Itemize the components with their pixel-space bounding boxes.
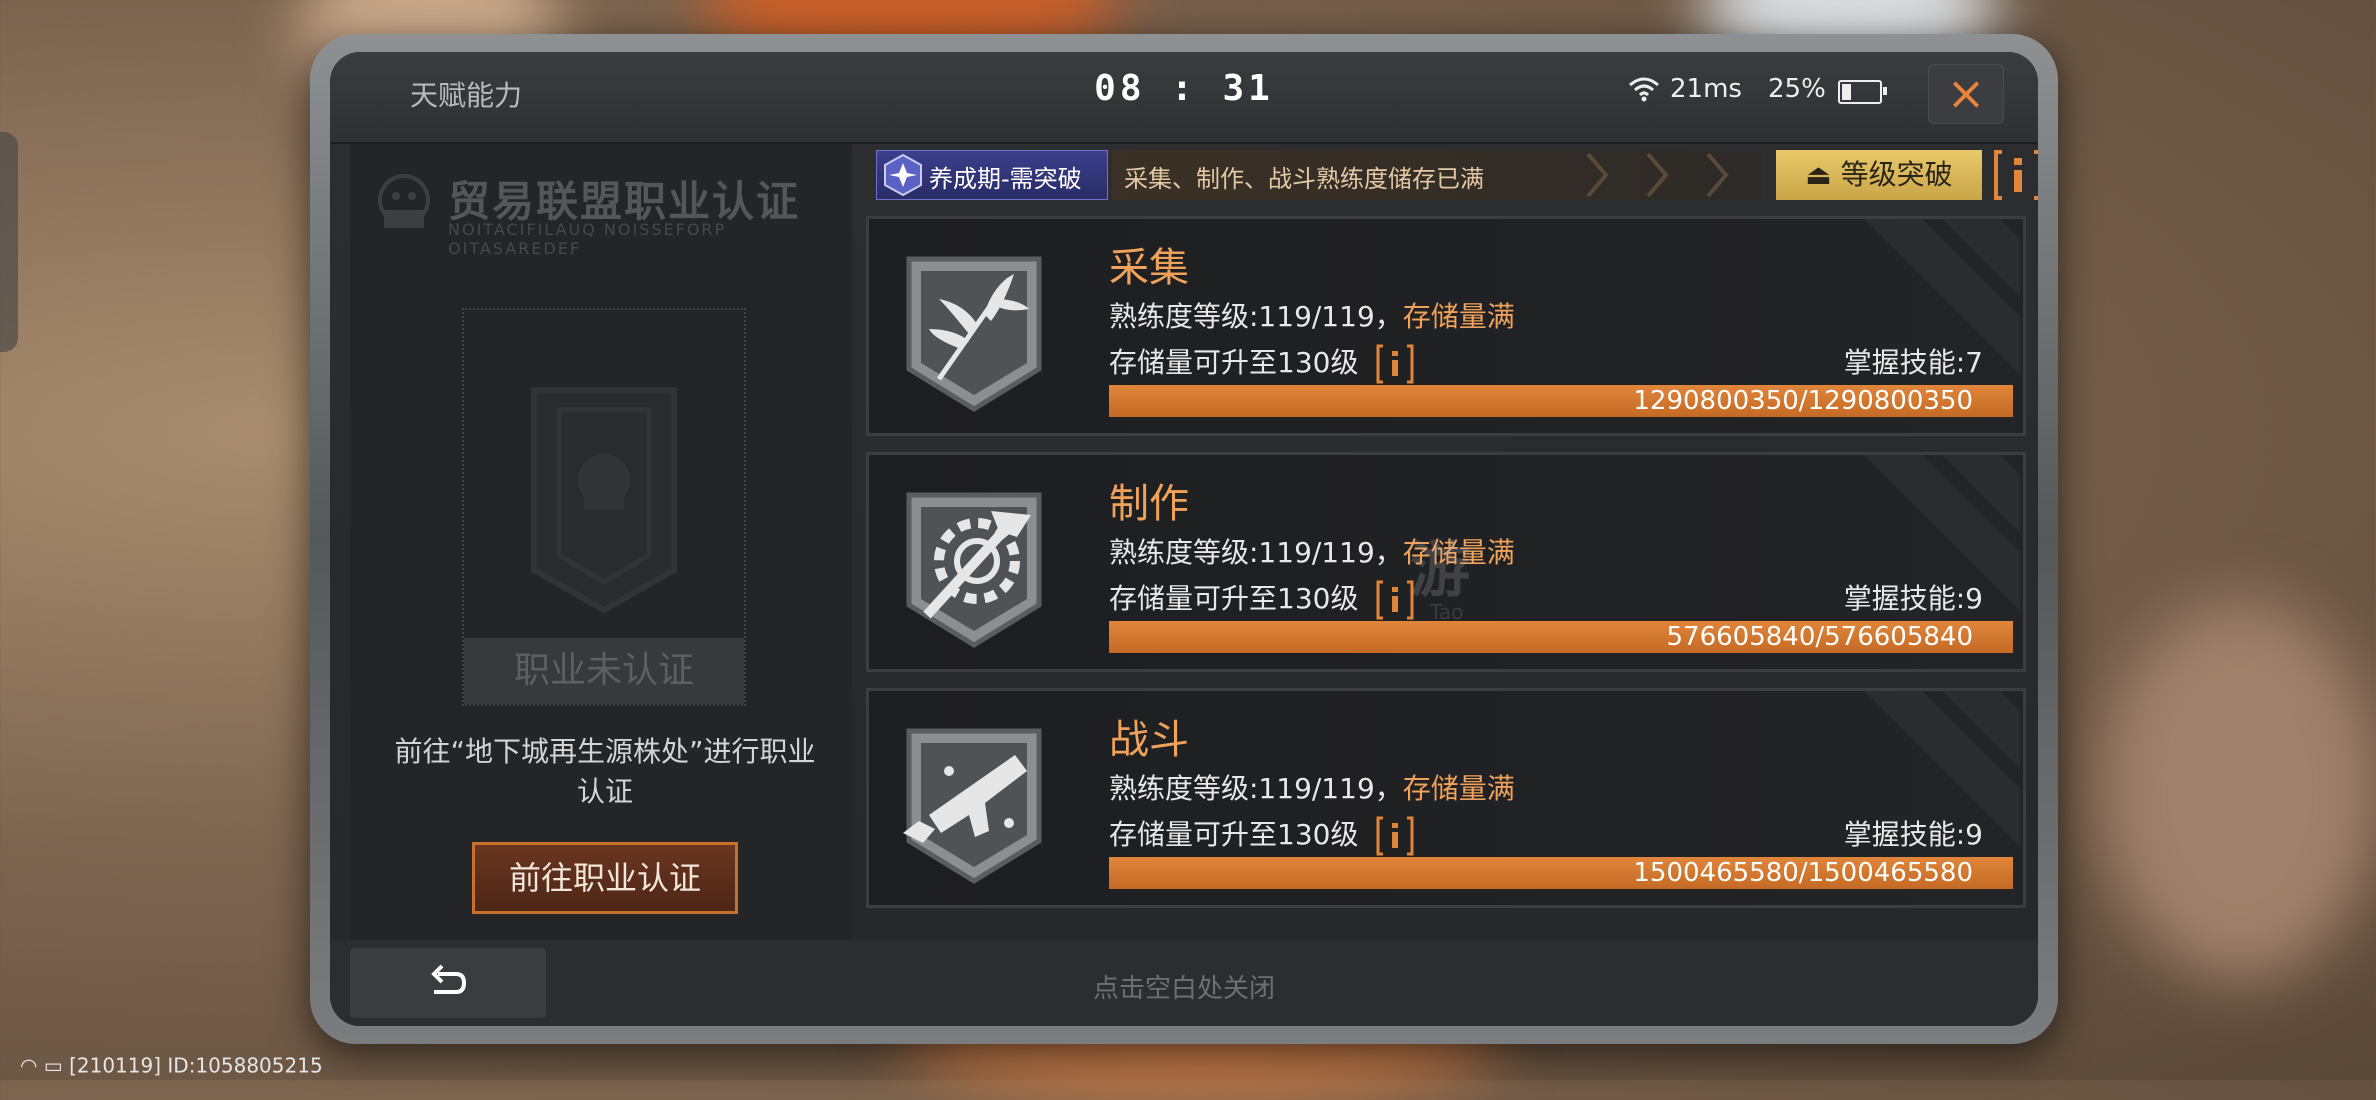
info-icon[interactable] bbox=[1375, 344, 1415, 384]
certification-badge-slot: 职业未认证 bbox=[462, 308, 746, 706]
bottom-bar[interactable]: 点击空白处关闭 bbox=[330, 940, 2038, 1026]
close-button[interactable]: × bbox=[1928, 64, 2004, 124]
status-bar: 天赋能力 08 : 31 21ms 25% × bbox=[330, 52, 2038, 144]
hammer-gear-icon bbox=[906, 492, 1042, 648]
leaf-icon bbox=[906, 256, 1042, 412]
storage-full-text: 存储量满 bbox=[1402, 772, 1515, 805]
battery-icon: ▭ bbox=[43, 1053, 63, 1078]
growth-stage-label: 养成期-需突破 bbox=[929, 165, 1082, 193]
skill-level: 熟练度等级:119/119，存储量满 bbox=[1109, 767, 1515, 807]
game-device-frame: 天赋能力 08 : 31 21ms 25% × 贸易联盟职业认证 NOITACI… bbox=[310, 34, 2058, 1044]
gun-icon bbox=[903, 728, 1042, 884]
skill-upgrade-hint: 存储量可升至130级 bbox=[1109, 577, 1415, 620]
mastered-skill-count: 掌握技能:7 bbox=[1843, 346, 1983, 379]
skill-card-gathering[interactable]: 采集 熟练度等级:119/119，存储量满 存储量可升至130级 掌握技能:7 … bbox=[866, 216, 2026, 436]
battery-icon bbox=[1838, 80, 1887, 104]
chevron-right-icon bbox=[1646, 152, 1669, 198]
skill-level-text: 熟练度等级:119/119， bbox=[1109, 536, 1403, 569]
skill-name: 制作 bbox=[1109, 481, 1189, 527]
proficiency-bar: 1290800350/1290800350 bbox=[1109, 385, 2013, 417]
ping-text: 21ms bbox=[1670, 74, 1742, 104]
go-certify-button[interactable]: 前往职业认证 bbox=[472, 842, 738, 914]
player-id: [210119] ID:1058805215 bbox=[69, 1053, 323, 1078]
storage-full-notice: 采集、制作、战斗熟练度储存已满 bbox=[1112, 150, 1762, 200]
breakthrough-header: 养成期-需突破 采集、制作、战斗熟练度储存已满 ⏏ 等级突破 bbox=[866, 144, 2038, 206]
battery-percent: 25% bbox=[1768, 74, 1826, 104]
skill-level-text: 熟练度等级:119/119， bbox=[1109, 300, 1403, 333]
trade-alliance-logo-icon bbox=[378, 174, 430, 228]
crystal-star-icon bbox=[884, 153, 922, 197]
skill-name: 采集 bbox=[1109, 245, 1189, 291]
mastered-skill-count: 掌握技能:9 bbox=[1843, 582, 1983, 615]
skill-level: 熟练度等级:119/119，存储量满 bbox=[1109, 295, 1515, 335]
mastered-skill-count: 掌握技能:9 bbox=[1843, 818, 1983, 851]
upgrade-text: 存储量可升至130级 bbox=[1109, 818, 1359, 851]
tap-blank-to-close: 点击空白处关闭 bbox=[1092, 974, 1275, 1004]
skill-upgrade-hint: 存储量可升至130级 bbox=[1109, 813, 1415, 856]
upgrade-text: 存储量可升至130级 bbox=[1109, 582, 1359, 615]
panel-subtitle: NOITACIFILAUQ NOISSEFORP OITASAREDEF bbox=[448, 220, 727, 258]
proficiency-value: 1290800350/1290800350 bbox=[1633, 386, 1973, 416]
talent-window: 天赋能力 08 : 31 21ms 25% × 贸易联盟职业认证 NOITACI… bbox=[330, 52, 2038, 1026]
level-breakthrough-label: 等级突破 bbox=[1840, 158, 1953, 191]
proficiency-value: 1500465580/1500465580 bbox=[1633, 858, 1973, 888]
eject-up-icon: ⏏ bbox=[1805, 158, 1832, 191]
level-breakthrough-button[interactable]: ⏏ 等级突破 bbox=[1776, 150, 1982, 200]
info-icon[interactable] bbox=[1375, 816, 1415, 856]
upgrade-text: 存储量可升至130级 bbox=[1109, 346, 1359, 379]
skill-upgrade-hint: 存储量可升至130级 bbox=[1109, 341, 1415, 384]
proficiency-value: 576605840/576605840 bbox=[1666, 622, 1973, 652]
profession-banner-icon bbox=[531, 387, 677, 614]
background-blur bbox=[2100, 600, 2376, 980]
chevron-right-icon bbox=[1706, 152, 1729, 198]
skill-card-combat[interactable]: 战斗 熟练度等级:119/119，存储量满 存储量可升至130级 掌握技能:9 … bbox=[866, 688, 2026, 908]
growth-stage-badge[interactable]: 养成期-需突破 bbox=[876, 150, 1108, 200]
side-drawer-handle[interactable] bbox=[0, 132, 18, 352]
certification-status: 职业未认证 bbox=[464, 638, 744, 704]
watermark: 游 bbox=[1410, 536, 1470, 606]
skill-name: 战斗 bbox=[1109, 717, 1189, 763]
player-id-footer: ◠ ▭ [210119] ID:1058805215 bbox=[20, 1052, 323, 1078]
skill-level-text: 熟练度等级:119/119， bbox=[1109, 772, 1403, 805]
info-icon[interactable] bbox=[1992, 148, 2038, 202]
watermark-sub: Tao bbox=[1430, 600, 1464, 624]
wifi-icon bbox=[1629, 77, 1659, 102]
profession-certification-panel: 贸易联盟职业认证 NOITACIFILAUQ NOISSEFORP OITASA… bbox=[350, 144, 852, 940]
proficiency-bar: 1500465580/1500465580 bbox=[1109, 857, 2013, 889]
battery-level bbox=[1842, 84, 1851, 100]
wifi-icon: ◠ bbox=[20, 1053, 38, 1078]
proficiency-bar: 576605840/576605840 bbox=[1109, 621, 2013, 653]
storage-full-text: 存储量满 bbox=[1402, 300, 1515, 333]
certification-hint: 前往“地下城再生源株处”进行职业认证 bbox=[394, 735, 816, 808]
storage-full-text: 采集、制作、战斗熟练度储存已满 bbox=[1124, 165, 1484, 193]
chevron-right-icon bbox=[1586, 152, 1609, 198]
